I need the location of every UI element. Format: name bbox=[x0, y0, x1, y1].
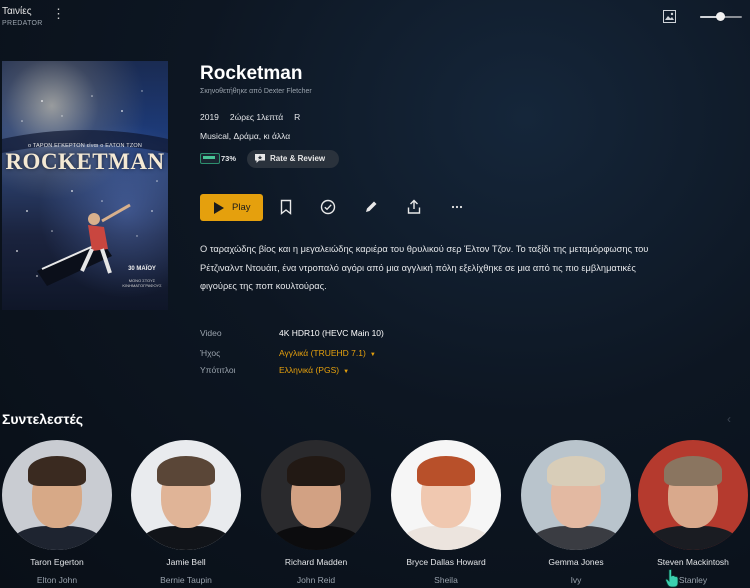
chevron-down-icon: ▼ bbox=[343, 369, 350, 375]
audio-label: Ήχος bbox=[200, 348, 221, 358]
cast-role: Stanley bbox=[678, 575, 708, 585]
chevron-left-icon[interactable]: ‹ bbox=[727, 412, 731, 426]
avatar bbox=[261, 440, 371, 550]
audio-select[interactable]: Αγγλικά (TRUEHD 7.1) ▼ bbox=[279, 348, 376, 358]
poster-release-date: 30 ΜΑΪΟΥ bbox=[128, 266, 156, 272]
poster-title: ROCKETMAN bbox=[5, 149, 165, 174]
cast-name: Jamie Bell bbox=[166, 557, 206, 567]
cast-name: Bryce Dallas Howard bbox=[406, 557, 486, 567]
rate-review-button[interactable]: Rate & Review bbox=[247, 150, 339, 168]
cast-heading: Συντελεστές bbox=[2, 411, 84, 427]
audio-value: Αγγλικά (TRUEHD 7.1) bbox=[279, 348, 366, 358]
rating-bubble-icon bbox=[255, 154, 265, 163]
avatar bbox=[391, 440, 501, 550]
audience-score: 73% bbox=[221, 154, 237, 163]
cast-role: John Reid bbox=[296, 575, 336, 585]
chevron-down-icon: ▼ bbox=[369, 352, 376, 358]
content-rating: R bbox=[294, 112, 301, 122]
avatar bbox=[131, 440, 241, 550]
movie-poster[interactable]: ο ΤΑΡΟΝ ΕΓΚΕΡΤΟΝ είναι ο ΕΛΤΟΝ ΤΖΟΝ ROCK… bbox=[2, 61, 168, 310]
avatar bbox=[521, 440, 631, 550]
cast-role: Sheila bbox=[434, 575, 458, 585]
check-circle-icon[interactable] bbox=[319, 198, 337, 216]
duration: 2ώρες 1λεπτά bbox=[229, 112, 284, 122]
more-horizontal-icon[interactable] bbox=[448, 198, 466, 216]
subtitles-label: Υπότιτλοι bbox=[200, 365, 236, 375]
year: 2019 bbox=[200, 112, 219, 122]
cast-name: Gemma Jones bbox=[548, 557, 604, 567]
subtitles-select[interactable]: Ελληνικά (PGS) ▼ bbox=[279, 365, 349, 375]
movie-title: Rocketman bbox=[200, 63, 303, 84]
server-name: PREDATOR bbox=[2, 20, 43, 27]
video-label: Video bbox=[200, 328, 222, 338]
play-icon bbox=[214, 202, 224, 214]
audience-score-icon bbox=[200, 153, 220, 164]
top-bar: Ταινίες PREDATOR ⋮ bbox=[0, 0, 750, 34]
avatar bbox=[638, 440, 748, 550]
video-value: 4K HDR10 (HEVC Main 10) bbox=[279, 328, 384, 338]
library-title[interactable]: Ταινίες bbox=[2, 6, 32, 17]
movie-meta: 2019 2ώρες 1λεπτά R bbox=[200, 112, 311, 122]
hand-cursor-icon bbox=[665, 569, 679, 588]
director[interactable]: Σκηνοθετήθηκε από Dexter Fletcher bbox=[200, 88, 312, 95]
poster-release-note: ΜΟΝΟ ΣΤΟΥΣ ΚΙΝΗΜΑΤΟΓΡΑΦΟΥΣ bbox=[122, 278, 162, 288]
cast-name: Taron Egerton bbox=[30, 557, 84, 567]
play-button[interactable]: Play bbox=[200, 194, 263, 221]
more-vertical-icon[interactable]: ⋮ bbox=[52, 7, 65, 22]
genres[interactable]: Musical, Δράμα, κι άλλα bbox=[200, 131, 290, 141]
cast-role: Ivy bbox=[570, 575, 582, 585]
edit-icon[interactable] bbox=[362, 198, 380, 216]
play-label: Play bbox=[232, 202, 251, 213]
cast-name: Steven Mackintosh bbox=[657, 557, 729, 567]
slider-knob[interactable] bbox=[716, 12, 725, 21]
bookmark-icon[interactable] bbox=[277, 198, 295, 216]
rate-review-label: Rate & Review bbox=[270, 154, 326, 163]
share-icon[interactable] bbox=[405, 198, 423, 216]
avatar bbox=[2, 440, 112, 550]
subtitles-value: Ελληνικά (PGS) bbox=[279, 365, 340, 375]
image-icon[interactable] bbox=[663, 10, 676, 23]
cast-role: Bernie Taupin bbox=[160, 575, 212, 585]
cast-role: Elton John bbox=[36, 575, 78, 585]
movie-description: Ο ταραχώδης βίος και η μεγαλειώδης καριέ… bbox=[200, 244, 649, 291]
cast-name: Richard Madden bbox=[284, 557, 348, 567]
